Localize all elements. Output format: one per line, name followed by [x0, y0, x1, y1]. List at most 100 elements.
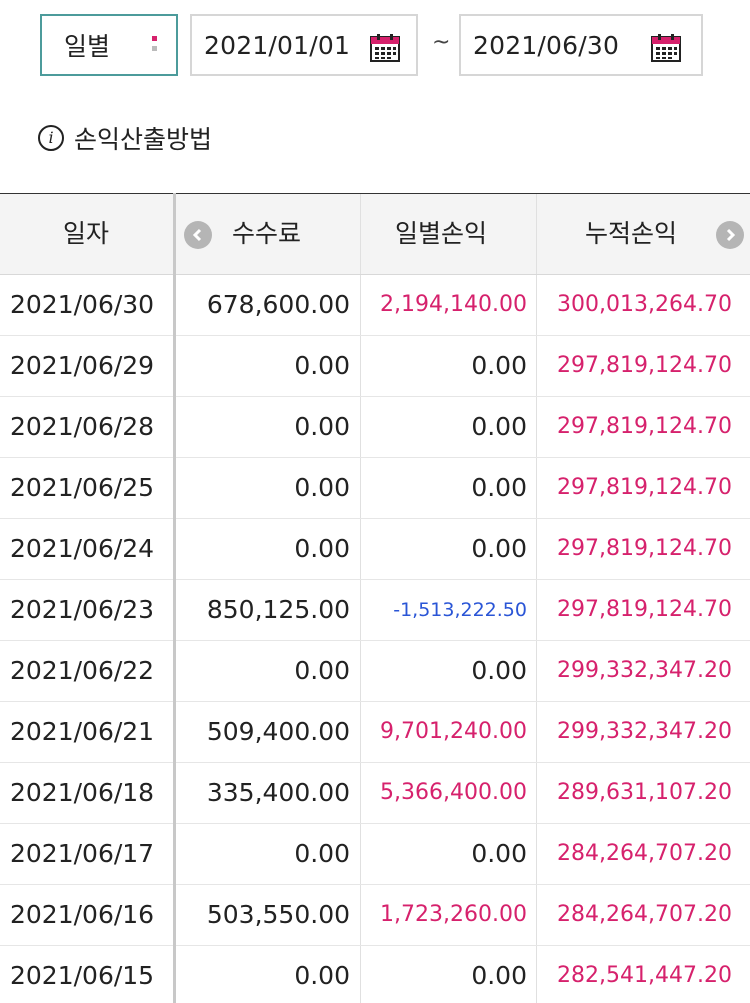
cell-fee: 0.00: [294, 656, 350, 685]
column-divider: [536, 336, 537, 396]
period-select[interactable]: 일별: [40, 14, 178, 76]
table-row: 2021/06/24 0.00 0.00 297,819,124.70: [0, 519, 750, 580]
profit-calculation-method-link[interactable]: i 손익산출방법: [38, 118, 212, 158]
column-divider: [536, 275, 537, 335]
cell-date: 2021/06/30: [10, 290, 155, 319]
cell-cumulative-profit: 282,541,447.20: [557, 963, 732, 988]
column-divider: [360, 580, 361, 640]
cell-fee: 0.00: [294, 412, 350, 441]
table-row: 2021/06/21 509,400.00 9,701,240.00 299,332,…: [0, 702, 750, 763]
column-divider: [360, 336, 361, 396]
cell-daily-profit: 0.00: [471, 412, 527, 441]
start-date-value: 2021/01/01: [204, 30, 351, 60]
cell-cumulative-profit: 297,819,124.70: [557, 536, 732, 561]
column-divider: [360, 641, 361, 701]
cell-daily-profit: 0.00: [471, 839, 527, 868]
table-row: 2021/06/18 335,400.00 5,366,400.00 289,631,…: [0, 763, 750, 824]
end-date-value: 2021/06/30: [473, 30, 620, 60]
column-divider: [536, 519, 537, 579]
table-row: 2021/06/28 0.00 0.00 297,819,124.70: [0, 397, 750, 458]
cell-fee: 335,400.00: [206, 778, 350, 807]
table-row: 2021/06/23 850,125.00 -1,513,222.50 297,819…: [0, 580, 750, 641]
cell-date: 2021/06/22: [10, 656, 155, 685]
column-divider: [360, 702, 361, 762]
cell-daily-profit: 0.00: [471, 351, 527, 380]
cell-daily-profit: 0.00: [471, 961, 527, 990]
cell-daily-profit: 5,366,400.00: [380, 780, 527, 805]
cell-cumulative-profit: 300,013,264.70: [557, 292, 732, 317]
cell-cumulative-profit: 297,819,124.70: [557, 353, 732, 378]
dropdown-dots-icon: [152, 36, 158, 56]
column-divider: [536, 763, 537, 823]
filter-bar: 일별 2021/01/01 ~ 2021/06/30: [0, 14, 750, 78]
column-divider: [360, 946, 361, 1003]
column-divider: [536, 580, 537, 640]
column-divider: [536, 885, 537, 945]
cell-daily-profit: 9,701,240.00: [380, 719, 527, 744]
column-divider: [536, 397, 537, 457]
cell-daily-profit: 0.00: [471, 656, 527, 685]
cell-cumulative-profit: 297,819,124.70: [557, 475, 732, 500]
chevron-right-icon: [726, 228, 736, 242]
info-icon: i: [38, 125, 64, 151]
start-date-field[interactable]: 2021/01/01: [190, 14, 418, 76]
cell-cumulative-profit: 284,264,707.20: [557, 841, 732, 866]
table-row: 2021/06/22 0.00 0.00 299,332,347.20: [0, 641, 750, 702]
column-divider: [360, 763, 361, 823]
cell-fee: 0.00: [294, 534, 350, 563]
table-row: 2021/06/30 678,600.00 2,194,140.00 300,013,…: [0, 275, 750, 336]
column-divider: [360, 275, 361, 335]
cell-daily-profit: 0.00: [471, 534, 527, 563]
end-date-field[interactable]: 2021/06/30: [459, 14, 703, 76]
cell-fee: 503,550.00: [206, 900, 350, 929]
column-divider: [536, 946, 537, 1003]
calendar-icon[interactable]: [651, 34, 681, 62]
table-body: 2021/06/30 678,600.00 2,194,140.00 300,013,…: [0, 275, 750, 1003]
cell-fee: 0.00: [294, 839, 350, 868]
cell-daily-profit: -1,513,222.50: [393, 599, 527, 621]
cell-cumulative-profit: 299,332,347.20: [557, 658, 732, 683]
table-row: 2021/06/17 0.00 0.00 284,264,707.20: [0, 824, 750, 885]
scroll-left-button[interactable]: [184, 221, 212, 249]
profit-table: 일자 수수료 일별손익 누적손익 2021/06/30 678,600.00 2,1…: [0, 193, 750, 1003]
cell-cumulative-profit: 289,631,107.20: [557, 780, 732, 805]
column-divider: [536, 641, 537, 701]
header-fee: 수수료: [232, 219, 302, 248]
table-header: 일자 수수료 일별손익 누적손익: [0, 193, 750, 275]
cell-date: 2021/06/25: [10, 473, 155, 502]
cell-date: 2021/06/24: [10, 534, 155, 563]
cell-date: 2021/06/15: [10, 961, 155, 990]
cell-fee: 509,400.00: [206, 717, 350, 746]
calendar-icon[interactable]: [370, 34, 400, 62]
chevron-left-icon: [192, 228, 202, 242]
cell-date: 2021/06/29: [10, 351, 155, 380]
cell-cumulative-profit: 284,264,707.20: [557, 902, 732, 927]
cell-cumulative-profit: 299,332,347.20: [557, 719, 732, 744]
header-date: 일자: [63, 219, 110, 248]
cell-cumulative-profit: 297,819,124.70: [557, 597, 732, 622]
table-row: 2021/06/15 0.00 0.00 282,541,447.20: [0, 946, 750, 1003]
cell-fee: 0.00: [294, 961, 350, 990]
cell-date: 2021/06/17: [10, 839, 155, 868]
column-divider: [536, 458, 537, 518]
cell-daily-profit: 1,723,260.00: [380, 902, 527, 927]
cell-daily-profit: 0.00: [471, 473, 527, 502]
cell-date: 2021/06/21: [10, 717, 155, 746]
table-row: 2021/06/25 0.00 0.00 297,819,124.70: [0, 458, 750, 519]
column-divider: [360, 824, 361, 884]
scroll-right-button[interactable]: [716, 221, 744, 249]
column-divider: [360, 885, 361, 945]
column-divider: [360, 519, 361, 579]
cell-date: 2021/06/18: [10, 778, 155, 807]
column-divider: [536, 702, 537, 762]
period-select-label: 일별: [64, 32, 111, 61]
column-divider: [360, 458, 361, 518]
frozen-column-divider: [173, 193, 176, 1003]
column-divider: [536, 824, 537, 884]
table-row: 2021/06/16 503,550.00 1,723,260.00 284,264,…: [0, 885, 750, 946]
date-range-separator: ~: [432, 30, 451, 55]
cell-date: 2021/06/28: [10, 412, 155, 441]
cell-daily-profit: 2,194,140.00: [380, 292, 527, 317]
cell-cumulative-profit: 297,819,124.70: [557, 414, 732, 439]
column-divider: [536, 194, 537, 274]
